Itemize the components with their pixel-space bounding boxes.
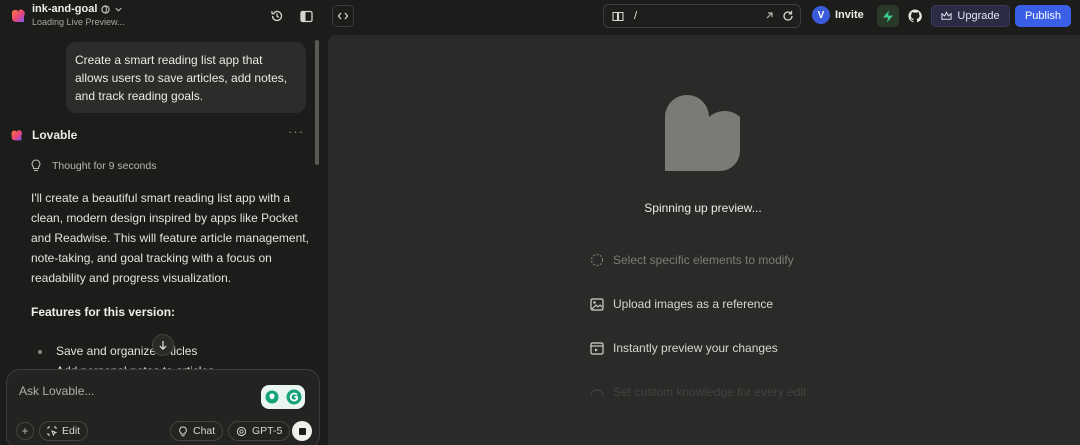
supabase-bolt-icon xyxy=(883,10,893,22)
github-icon xyxy=(908,9,922,23)
external-link-icon[interactable] xyxy=(764,11,774,21)
tip-item: Select specific elements to modify xyxy=(590,253,794,267)
project-status: Loading Live Preview... xyxy=(32,17,125,27)
tip-item: Set custom knowledge for every edit xyxy=(590,385,806,399)
add-attachment-button[interactable]: + xyxy=(16,422,34,440)
preview-url-bar[interactable]: / xyxy=(603,4,801,28)
grammarly-widget[interactable] xyxy=(261,385,305,409)
lovable-logo-icon xyxy=(11,130,23,141)
lightbulb-icon xyxy=(265,390,278,404)
tip-label: Instantly preview your changes xyxy=(613,341,778,355)
model-label: GPT-5 xyxy=(252,425,283,437)
history-icon xyxy=(271,10,283,22)
code-view-button[interactable] xyxy=(332,5,354,27)
publish-button[interactable]: Publish xyxy=(1015,5,1071,27)
book-icon xyxy=(612,11,624,22)
sidebar-toggle-icon xyxy=(299,10,313,22)
edit-label: Edit xyxy=(62,425,81,437)
lovable-logo-icon[interactable] xyxy=(10,8,26,24)
stop-icon xyxy=(298,427,306,435)
code-icon xyxy=(337,12,349,20)
assistant-response: I'll create a beautiful smart reading li… xyxy=(31,191,309,285)
chat-input[interactable]: Ask Lovable... xyxy=(19,384,94,398)
image-icon xyxy=(590,297,604,311)
arrow-down-icon xyxy=(159,340,167,350)
dashed-circle-icon xyxy=(590,253,604,267)
grammarly-icon xyxy=(286,389,301,405)
invite-button[interactable]: Invite xyxy=(835,9,864,21)
upgrade-button[interactable]: Upgrade xyxy=(931,5,1010,27)
assistant-name: Lovable xyxy=(32,128,78,142)
tip-label: Select specific elements to modify xyxy=(613,253,794,267)
user-avatar[interactable]: V xyxy=(812,6,830,24)
globe-icon xyxy=(101,4,111,14)
chat-mode-label: Chat xyxy=(193,425,216,437)
plus-icon: + xyxy=(21,424,29,438)
crown-icon xyxy=(941,11,952,20)
select-cursor-icon xyxy=(47,426,57,436)
top-bar: ink-and-goal Loading Live Preview... / V… xyxy=(0,0,1080,32)
tip-label: Upload images as a reference xyxy=(613,297,774,311)
lightbulb-icon xyxy=(31,159,41,172)
tip-item: Upload images as a reference xyxy=(590,297,773,311)
model-selector[interactable]: GPT-5 xyxy=(228,421,291,441)
chevron-down-icon xyxy=(115,7,123,12)
refresh-icon[interactable] xyxy=(782,10,794,22)
chat-composer[interactable]: Ask Lovable... + Edit Chat GPT-5 xyxy=(6,369,320,445)
project-switcher[interactable]: ink-and-goal xyxy=(32,3,123,15)
preview-window-icon xyxy=(590,341,604,355)
chat-panel: Create a smart reading list app that all… xyxy=(0,32,322,445)
assistant-header: Lovable ··· xyxy=(10,124,310,144)
lightbulb-icon xyxy=(179,426,187,436)
scroll-to-bottom-button[interactable] xyxy=(152,334,174,356)
stop-generation-button[interactable] xyxy=(292,421,312,441)
github-button[interactable] xyxy=(904,5,926,27)
thought-label: Thought for 9 seconds xyxy=(52,160,157,172)
features-heading: Features for this version: xyxy=(31,305,176,319)
tip-label: Set custom knowledge for every edit xyxy=(613,385,807,399)
edit-button[interactable]: Edit xyxy=(39,421,89,441)
sidebar-toggle-button[interactable] xyxy=(295,5,317,27)
openai-icon xyxy=(236,426,247,436)
user-message: Create a smart reading list app that all… xyxy=(66,42,306,113)
supabase-button[interactable] xyxy=(877,5,899,27)
preview-status: Spinning up preview... xyxy=(644,201,762,215)
preview-panel: Spinning up preview... Select specific e… xyxy=(328,35,1080,445)
upgrade-label: Upgrade xyxy=(957,10,1000,22)
chat-scrollbar[interactable] xyxy=(315,40,319,165)
chat-mode-button[interactable]: Chat xyxy=(170,421,224,441)
history-button[interactable] xyxy=(266,5,288,27)
knowledge-icon xyxy=(590,385,604,399)
project-name: ink-and-goal xyxy=(32,3,98,15)
tip-item: Instantly preview your changes xyxy=(590,341,778,355)
url-path: / xyxy=(634,10,638,22)
lovable-heart-icon xyxy=(665,95,740,171)
more-options-button[interactable]: ··· xyxy=(288,124,304,139)
fade-overlay xyxy=(328,365,1080,445)
